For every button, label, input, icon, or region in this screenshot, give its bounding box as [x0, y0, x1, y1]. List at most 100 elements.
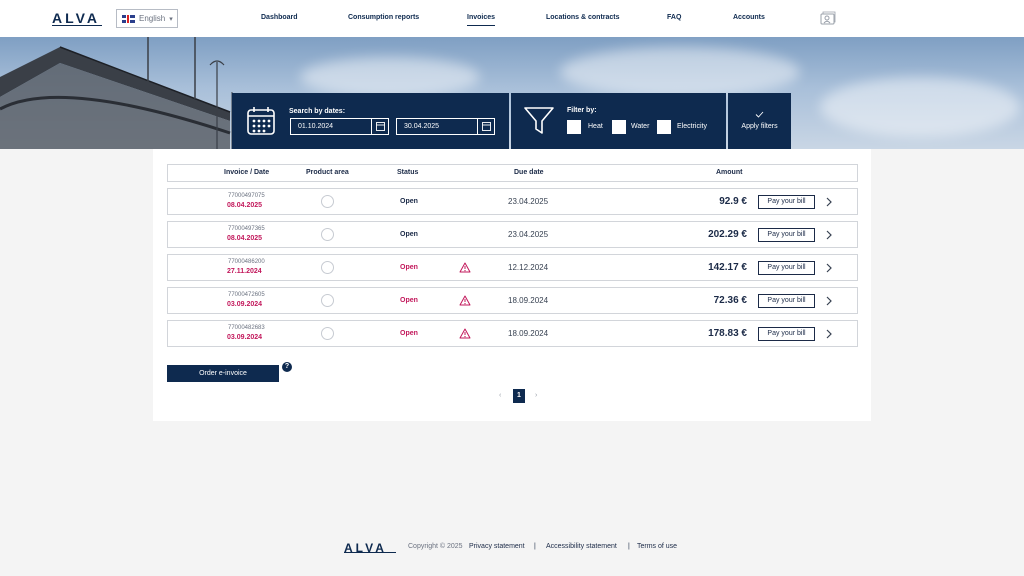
due-date: 23.04.2025 [508, 197, 549, 206]
pagination-prev[interactable]: ‹ [499, 392, 501, 399]
chevron-right-icon[interactable] [826, 197, 832, 207]
header-due-date[interactable]: Due date [514, 169, 544, 176]
warning-icon [459, 262, 471, 273]
status-badge: Open [400, 198, 418, 205]
chevron-right-icon[interactable] [826, 296, 832, 306]
invoice-row[interactable]: 77000472605 03.09.2024 Open 18.09.2024 72.36… [167, 287, 858, 314]
invoice-date: 08.04.2025 [227, 202, 263, 209]
chevron-right-icon[interactable] [826, 230, 832, 240]
building-icon [321, 294, 334, 307]
invoice-number: 77000497365 [228, 226, 265, 232]
nav-locations-contracts[interactable]: Locations & contracts [546, 14, 620, 21]
electricity-icon [321, 327, 334, 340]
top-navigation-bar: ALVA English ▾ Dashboard Consumption rep… [0, 0, 1024, 37]
nav-dashboard[interactable]: Dashboard [261, 14, 298, 21]
invoice-amount: 202.29 € [708, 229, 747, 240]
pay-bill-button[interactable]: Pay your bill [758, 228, 815, 242]
invoice-number: 77000497075 [228, 193, 265, 199]
nav-faq[interactable]: FAQ [667, 14, 681, 21]
date-from-value: 01.10.2024 [298, 123, 334, 130]
header-status[interactable]: Status [397, 169, 418, 176]
apply-filters-button[interactable]: Apply filters [728, 93, 791, 149]
invoice-amount: 72.36 € [713, 295, 747, 306]
invoice-number: 77000472605 [228, 292, 265, 298]
help-icon[interactable]: ? [282, 362, 292, 372]
checkmark-icon [755, 111, 764, 118]
pay-bill-button[interactable]: Pay your bill [758, 195, 815, 209]
apply-filters-label: Apply filters [741, 123, 778, 130]
due-date: 18.09.2024 [508, 296, 549, 305]
uk-flag-icon [122, 14, 135, 23]
footer-logo-underline [344, 552, 396, 553]
language-selector[interactable]: English ▾ [116, 9, 178, 28]
invoice-row[interactable]: 77000497365 08.04.2025 Open 23.04.2025 202.2… [167, 221, 858, 248]
electricity-label[interactable]: Electricity [677, 123, 707, 130]
nav-accounts[interactable]: Accounts [733, 14, 765, 21]
calendar-icon[interactable] [371, 119, 388, 134]
due-date: 23.04.2025 [508, 230, 549, 239]
invoice-row[interactable]: 77000482683 03.09.2024 Open 18.09.2024 178.8… [167, 320, 858, 347]
invoice-date: 03.09.2024 [227, 301, 263, 308]
chevron-down-icon: ▾ [169, 15, 173, 23]
status-badge: Open [400, 297, 418, 304]
building-icon [321, 228, 334, 241]
electricity-checkbox[interactable] [657, 120, 671, 134]
pay-bill-button[interactable]: Pay your bill [758, 261, 815, 275]
chevron-right-icon[interactable] [826, 329, 832, 339]
user-card-icon[interactable] [820, 11, 836, 26]
invoice-amount: 92.9 € [719, 196, 747, 207]
pay-bill-button[interactable]: Pay your bill [758, 294, 815, 308]
bridge-image [0, 37, 233, 149]
status-badge: Open [400, 330, 418, 337]
footer-copyright: Copyright © 2025 [408, 543, 463, 550]
status-badge: Open [400, 264, 418, 271]
filter-by-label: Filter by: [567, 107, 597, 114]
footer-terms-link[interactable]: Terms of use [637, 543, 677, 550]
date-search-label: Search by dates: [289, 108, 346, 115]
table-header [167, 164, 858, 182]
footer-separator: | [534, 543, 536, 550]
invoice-amount: 142.17 € [708, 262, 747, 273]
heat-label[interactable]: Heat [588, 123, 603, 130]
header-amount[interactable]: Amount [716, 169, 742, 176]
order-e-invoice-button[interactable]: Order e-invoice [167, 365, 279, 382]
pay-bill-button[interactable]: Pay your bill [758, 327, 815, 341]
status-badge: Open [400, 231, 418, 238]
calendar-icon [247, 107, 275, 135]
nav-invoices[interactable]: Invoices [467, 14, 496, 26]
water-label[interactable]: Water [631, 123, 649, 130]
date-to-input[interactable]: 30.04.2025 [396, 118, 495, 135]
date-from-input[interactable]: 01.10.2024 [290, 118, 389, 135]
warning-icon [459, 328, 471, 339]
due-date: 12.12.2024 [508, 263, 549, 272]
header-product-area[interactable]: Product area [306, 169, 349, 176]
invoice-number: 77000486200 [228, 259, 265, 265]
calendar-icon[interactable] [477, 119, 494, 134]
invoice-date: 27.11.2024 [227, 268, 262, 275]
building-icon [321, 261, 334, 274]
alva-logo[interactable]: ALVA [52, 11, 100, 25]
chevron-right-icon[interactable] [826, 263, 832, 273]
pagination-next[interactable]: › [535, 392, 537, 399]
nav-consumption-reports[interactable]: Consumption reports [348, 14, 419, 21]
footer-privacy-link[interactable]: Privacy statement [469, 543, 525, 550]
footer-separator: | [628, 543, 630, 550]
building-icon [321, 195, 334, 208]
funnel-icon [524, 107, 554, 134]
header-invoice-date[interactable]: Invoice / Date [224, 169, 269, 176]
warning-icon [459, 295, 471, 306]
invoice-number: 77000482683 [228, 325, 265, 331]
due-date: 18.09.2024 [508, 329, 549, 338]
language-label: English [139, 14, 166, 23]
invoice-date: 03.09.2024 [227, 334, 263, 341]
invoice-row[interactable]: 77000497075 08.04.2025 Open 23.04.2025 92.9 … [167, 188, 858, 215]
heat-checkbox[interactable] [567, 120, 581, 134]
invoice-date: 08.04.2025 [227, 235, 263, 242]
logo-underline [52, 25, 102, 26]
date-to-value: 30.04.2025 [404, 123, 440, 130]
invoice-amount: 178.83 € [708, 328, 747, 339]
invoice-row[interactable]: 77000486200 27.11.2024 Open 12.12.2024 142.1… [167, 254, 858, 281]
water-checkbox[interactable] [612, 120, 626, 134]
pagination-page-1[interactable]: 1 [513, 389, 525, 403]
footer-accessibility-link[interactable]: Accessibility statement [546, 543, 617, 550]
